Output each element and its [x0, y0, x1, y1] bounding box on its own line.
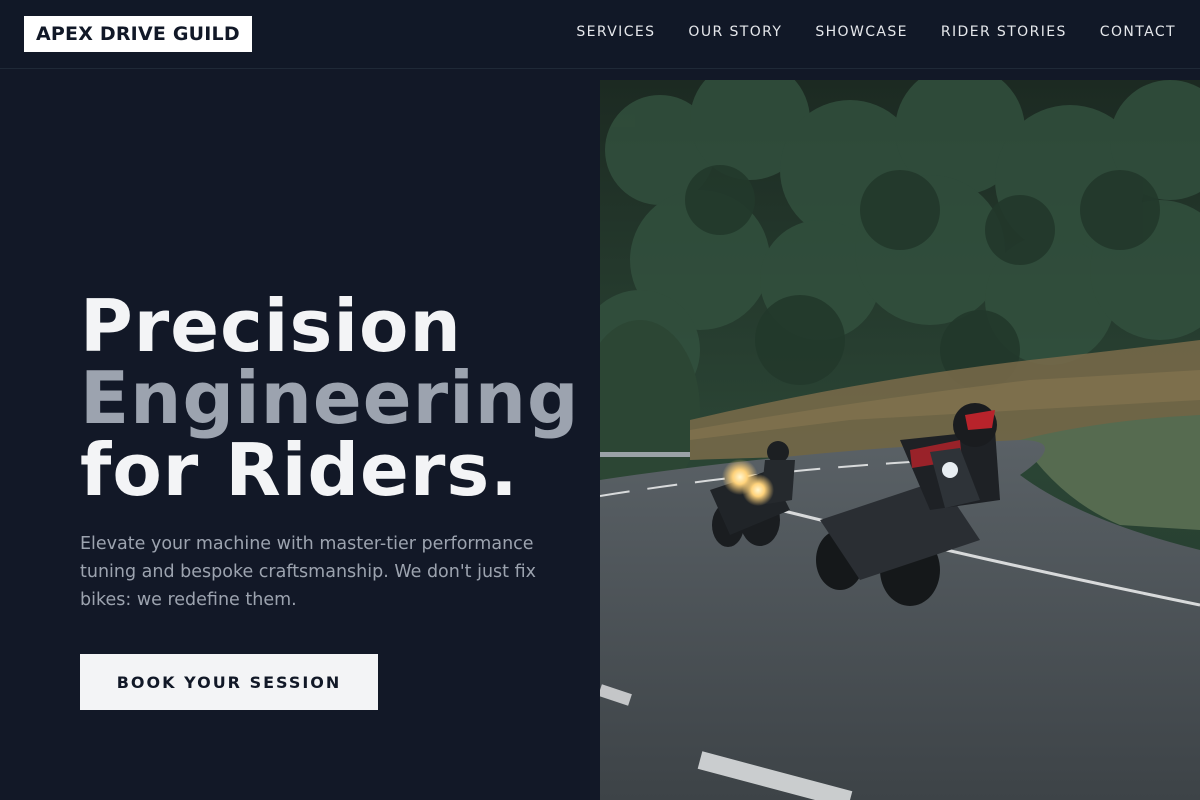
site-logo[interactable]: APEX DRIVE GUILD: [24, 16, 252, 52]
nav-link-showcase[interactable]: SHOWCASE: [815, 23, 908, 41]
hero-subtext: Elevate your machine with master-tier pe…: [80, 534, 536, 610]
hero-text-section: Precision Engineering for Riders. Elevat…: [0, 69, 600, 800]
nav-link-services[interactable]: SERVICES: [576, 23, 655, 41]
nav-link-rider-stories[interactable]: RIDER STORIES: [941, 23, 1067, 41]
headline-line-1: Precision: [80, 284, 462, 368]
main-nav: SERVICES OUR STORY SHOWCASE RIDER STORIE…: [576, 23, 1176, 41]
site-header: APEX DRIVE GUILD SERVICES OUR STORY SHOW…: [0, 0, 1200, 69]
nav-link-contact[interactable]: CONTACT: [1100, 23, 1176, 41]
headline-line-3: for Riders.: [80, 428, 519, 512]
hero-headline: Precision Engineering for Riders.: [80, 290, 580, 506]
headline-line-2: Engineering: [80, 356, 580, 440]
nav-link-our-story[interactable]: OUR STORY: [688, 23, 782, 41]
hero-motorcycle-image: [600, 80, 1200, 800]
book-session-button[interactable]: BOOK YOUR SESSION: [80, 654, 378, 710]
